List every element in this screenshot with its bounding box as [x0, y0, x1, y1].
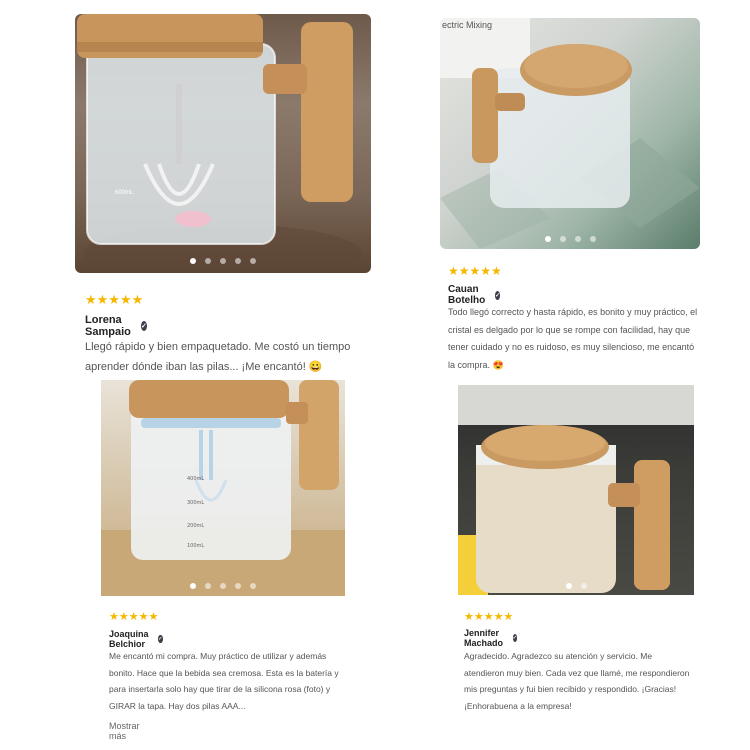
reviewer-name: Cauan Botelho	[448, 284, 486, 306]
review-text: Me encantó mi compra. Muy práctico de ut…	[109, 651, 339, 711]
mug-with-drink-image	[458, 385, 694, 595]
mug-on-table-image: 600mL	[77, 14, 363, 273]
carousel-dots-1	[75, 258, 371, 264]
carousel-dot[interactable]	[559, 236, 566, 242]
carousel-dot[interactable]	[235, 583, 241, 589]
reviewer-name: Joaquina Belchior	[109, 629, 149, 649]
show-more-link[interactable]: Mostrar más	[109, 721, 140, 741]
box-label-text: ectric Mixing	[442, 20, 492, 30]
mug-on-bed-image: ectric Mixing	[440, 18, 700, 249]
carousel-dot[interactable]	[190, 258, 196, 264]
carousel-dots-2	[440, 236, 700, 242]
carousel-dot[interactable]	[574, 236, 581, 242]
carousel-dot[interactable]	[565, 583, 572, 589]
scale-label: 400mL	[187, 476, 205, 482]
verified-check-icon: ✓	[158, 635, 163, 643]
mug-on-wood-board-image	[101, 380, 345, 596]
photo-volume-mark: 600mL	[115, 190, 134, 196]
scale-label: 300mL	[187, 500, 205, 506]
star-rating: ★★★★★	[464, 611, 514, 623]
review-photo-2[interactable]: ectric Mixing	[440, 18, 700, 249]
carousel-dot[interactable]	[580, 583, 587, 589]
carousel-dot[interactable]	[205, 583, 211, 589]
star-rating: ★★★★★	[448, 264, 502, 278]
carousel-dot[interactable]	[250, 583, 256, 589]
carousel-dot[interactable]	[235, 258, 241, 264]
reviewer-name-row: Lorena Sampaio ✓	[85, 314, 147, 338]
reviewer-name: Lorena Sampaio	[85, 314, 131, 338]
verified-check-icon: ✓	[494, 290, 501, 300]
review-text: Todo llegó correcto y hasta rápido, es b…	[448, 307, 698, 370]
carousel-dots-4	[458, 583, 694, 589]
review-text: Agradecido. Agradezco su atención y serv…	[464, 651, 690, 711]
review-photo-1[interactable]: 600mL	[75, 14, 371, 273]
reviewer-name-row: Jennifer Machado ✓	[464, 628, 518, 648]
carousel-dot[interactable]	[250, 258, 256, 264]
reviewer-name: Jennifer Machado	[464, 628, 504, 648]
verified-check-icon: ✓	[512, 634, 518, 642]
carousel-dots-3	[101, 583, 345, 589]
reviewer-name-row: Cauan Botelho ✓	[448, 284, 501, 306]
scale-label: 100mL	[187, 543, 205, 549]
reviewer-name-row: Joaquina Belchior ✓	[109, 629, 163, 649]
carousel-dot[interactable]	[220, 583, 226, 589]
star-rating: ★★★★★	[85, 292, 144, 307]
carousel-dot[interactable]	[205, 258, 211, 264]
review-text: Llegó rápido y bien empaquetado. Me cost…	[85, 341, 351, 373]
verified-check-icon: ✓	[140, 321, 147, 331]
carousel-dot[interactable]	[220, 258, 226, 264]
carousel-dot[interactable]	[544, 236, 551, 242]
review-photo-3[interactable]: 400mL 300mL 200mL 100mL	[101, 380, 345, 596]
carousel-dot[interactable]	[190, 583, 196, 589]
star-rating: ★★★★★	[109, 611, 159, 623]
review-photo-4[interactable]	[458, 385, 694, 595]
carousel-dot[interactable]	[589, 236, 596, 242]
scale-label: 200mL	[187, 523, 205, 529]
